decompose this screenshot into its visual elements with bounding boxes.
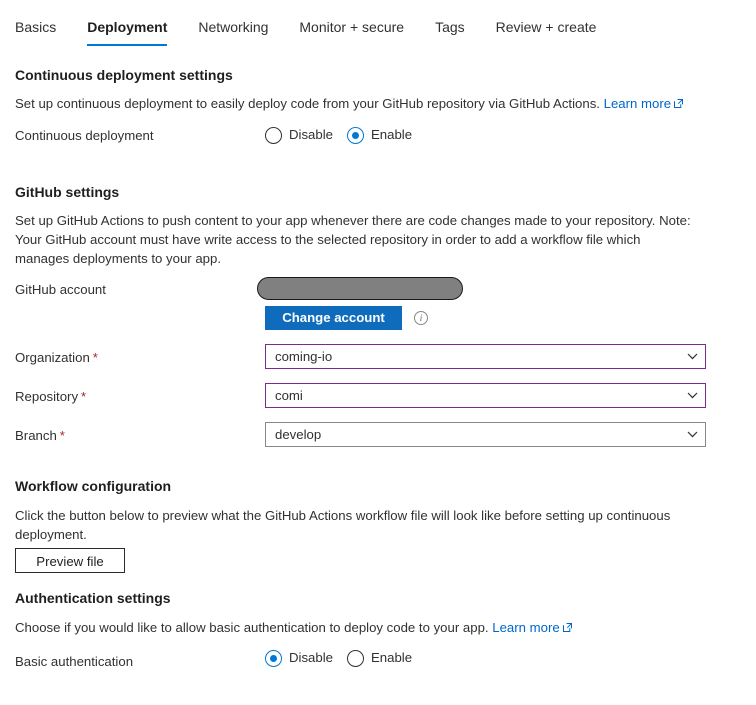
radio-label: Enable xyxy=(370,650,413,665)
basic-authentication-enable-option[interactable]: Enable xyxy=(346,649,413,667)
authentication-settings-description: Choose if you would like to allow basic … xyxy=(15,618,715,637)
repository-dropdown-value: comi xyxy=(275,387,303,403)
chevron-down-icon xyxy=(679,353,705,360)
workflow-configuration-description: Click the button below to preview what t… xyxy=(15,508,671,542)
required-asterisk: * xyxy=(81,389,87,404)
continuous-deployment-description-text: Set up continuous deployment to easily d… xyxy=(15,96,600,111)
radio-label: Disable xyxy=(289,127,333,142)
radio-circle-selected-icon xyxy=(265,649,282,667)
organization-label-text: Organization xyxy=(15,350,90,365)
basic-authentication-disable-option[interactable]: Disable xyxy=(265,649,333,667)
tab-basics[interactable]: Basics xyxy=(15,18,56,46)
preview-file-button[interactable]: Preview file xyxy=(15,548,125,573)
tab-strip: Basics Deployment Networking Monitor + s… xyxy=(0,18,756,54)
branch-label: Branch * xyxy=(15,427,65,445)
radio-circle-unselected-icon xyxy=(346,649,364,667)
basic-authentication-radio-group: Disable Enable xyxy=(265,649,412,667)
continuous-deployment-row-label: Continuous deployment xyxy=(15,128,154,143)
chevron-down-icon xyxy=(679,392,705,399)
tab-tags[interactable]: Tags xyxy=(435,18,465,46)
required-asterisk: * xyxy=(92,350,98,365)
authentication-learn-more-link[interactable]: Learn more xyxy=(492,620,572,635)
continuous-deployment-learn-more-link[interactable]: Learn more xyxy=(603,96,684,111)
learn-more-label: Learn more xyxy=(492,620,560,635)
radio-circle-unselected-icon xyxy=(265,126,282,144)
workflow-configuration-section-title: Workflow configuration xyxy=(15,478,172,494)
repository-label: Repository * xyxy=(15,388,86,406)
tab-deployment[interactable]: Deployment xyxy=(87,18,168,46)
continuous-deployment-disable-option[interactable]: Disable xyxy=(265,126,333,144)
external-link-icon xyxy=(674,99,684,108)
authentication-settings-section-title: Authentication settings xyxy=(15,590,171,606)
authentication-settings-description-text: Choose if you would like to allow basic … xyxy=(15,620,489,635)
github-account-redacted-value xyxy=(257,277,463,300)
continuous-deployment-enable-option[interactable]: Enable xyxy=(346,126,413,144)
external-link-icon xyxy=(562,623,572,632)
change-account-info-icon[interactable]: i xyxy=(414,311,428,325)
change-account-button[interactable]: Change account xyxy=(265,306,402,330)
radio-label: Disable xyxy=(289,650,333,665)
continuous-deployment-radio-group: Disable Enable xyxy=(265,126,412,144)
branch-dropdown[interactable]: develop xyxy=(265,422,706,447)
github-settings-description: Set up GitHub Actions to push content to… xyxy=(15,213,691,266)
continuous-deployment-description: Set up continuous deployment to easily d… xyxy=(15,94,715,113)
basic-authentication-row-label: Basic authentication xyxy=(15,654,134,669)
radio-circle-selected-icon xyxy=(346,126,364,144)
tab-review-create[interactable]: Review + create xyxy=(496,18,597,46)
repository-dropdown[interactable]: comi xyxy=(265,383,706,408)
tab-monitor-secure[interactable]: Monitor + secure xyxy=(299,18,404,46)
continuous-deployment-section-title: Continuous deployment settings xyxy=(15,67,233,83)
github-settings-section-title: GitHub settings xyxy=(15,184,120,200)
repository-label-text: Repository xyxy=(15,389,79,404)
organization-label: Organization * xyxy=(15,349,98,367)
chevron-down-icon xyxy=(679,431,705,438)
tab-networking[interactable]: Networking xyxy=(198,18,268,46)
required-asterisk: * xyxy=(59,428,65,443)
github-account-label: GitHub account xyxy=(15,282,106,297)
organization-dropdown-value: coming-io xyxy=(275,348,333,364)
branch-label-text: Branch xyxy=(15,428,57,443)
learn-more-label: Learn more xyxy=(603,96,672,111)
radio-label: Enable xyxy=(370,127,413,142)
organization-dropdown[interactable]: coming-io xyxy=(265,344,706,369)
branch-dropdown-value: develop xyxy=(275,426,322,442)
